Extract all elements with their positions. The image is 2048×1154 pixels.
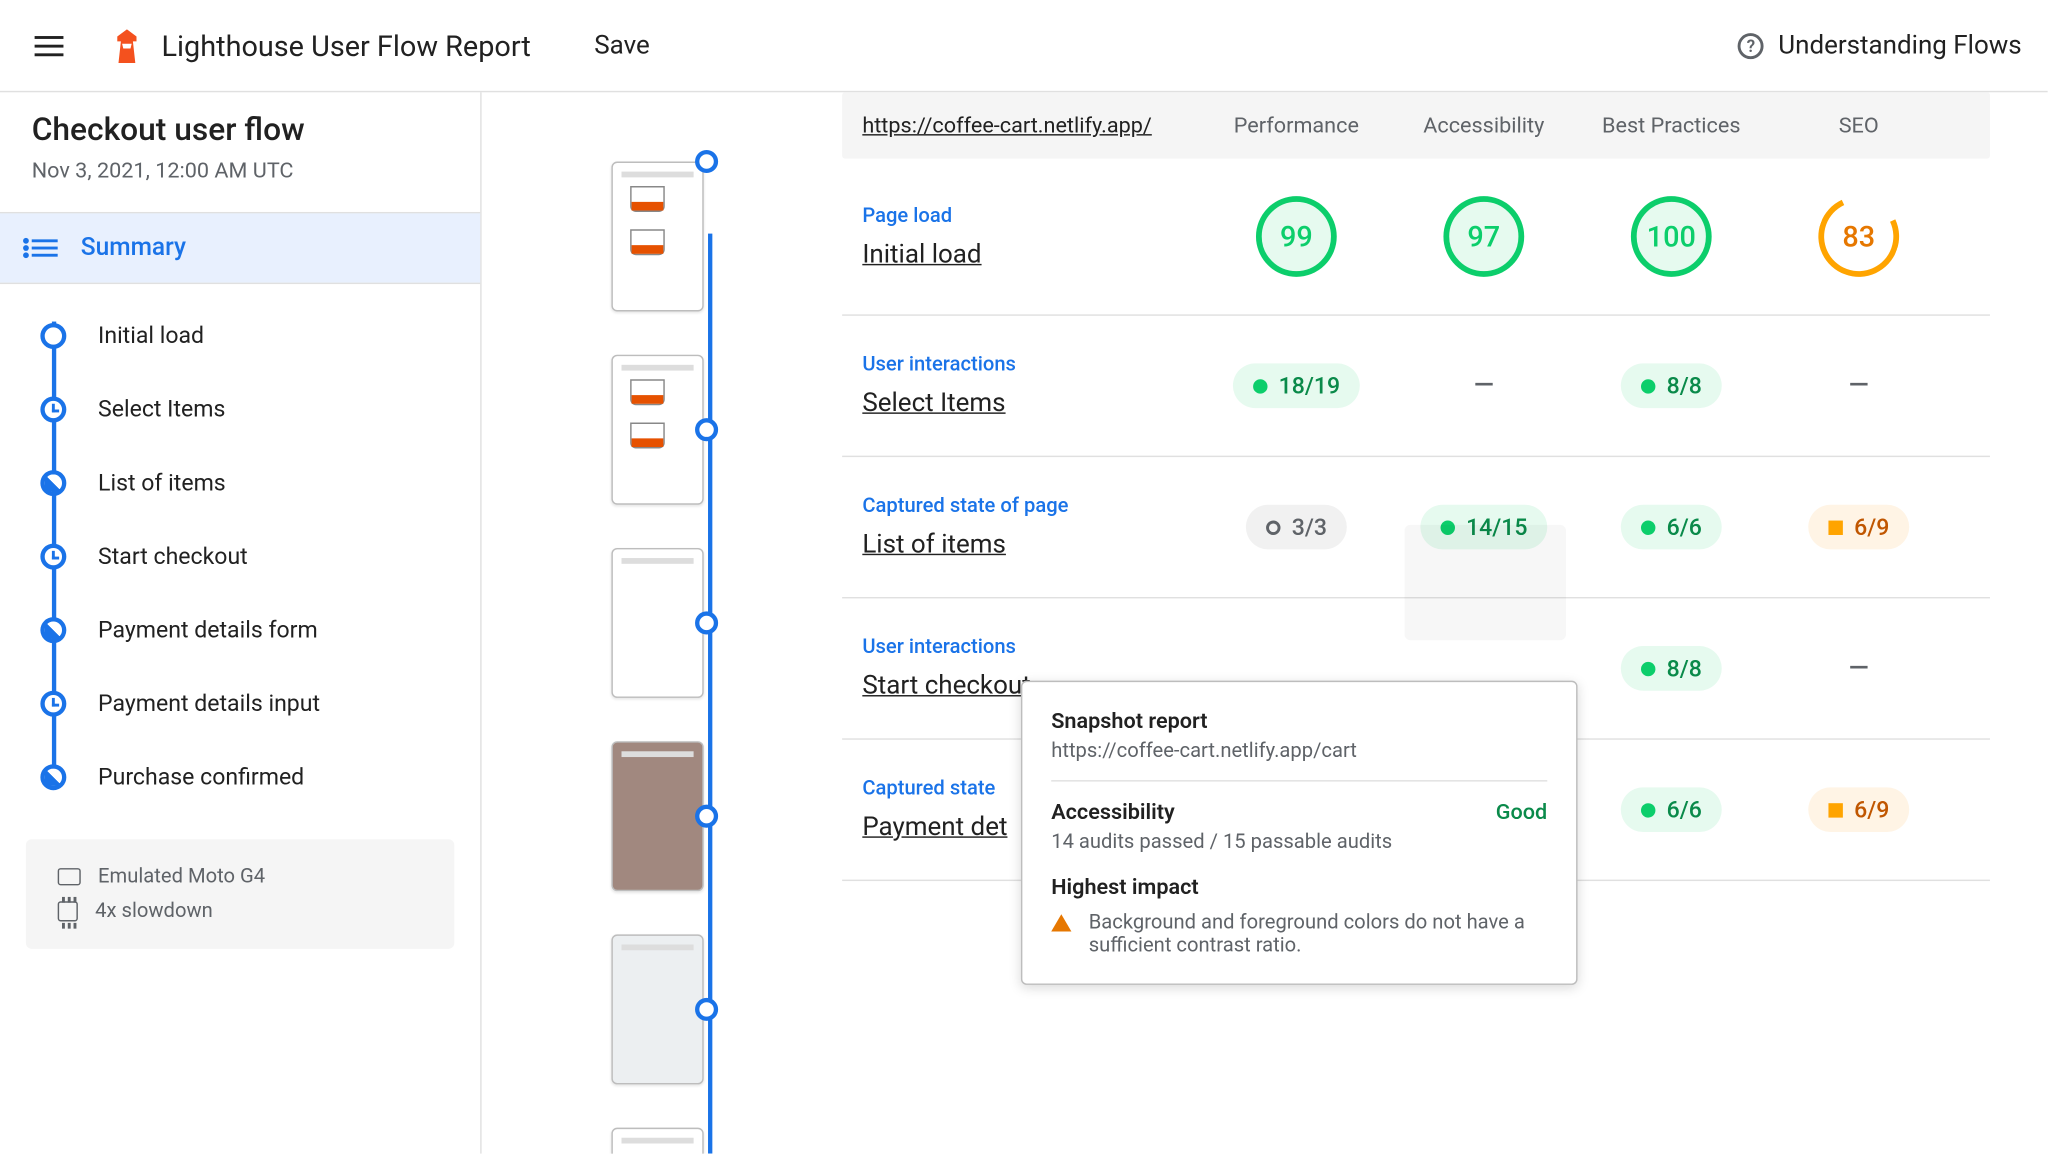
column-headers: https://coffee-cart.netlify.app/ Perform… <box>842 92 1990 158</box>
metric-cell: 8/8 <box>1578 363 1765 408</box>
thumbnail[interactable] <box>611 355 703 505</box>
row-name-link[interactable]: List of items <box>862 529 1202 559</box>
row-name-link[interactable]: Initial load <box>862 239 1202 269</box>
app-header: Lighthouse User Flow Report Save ? Under… <box>0 0 2048 92</box>
save-button[interactable]: Save <box>594 30 650 60</box>
snapshot-icon <box>695 611 718 634</box>
flow-date: Nov 3, 2021, 12:00 AM UTC <box>0 157 480 212</box>
page-title: Lighthouse User Flow Report <box>162 28 531 63</box>
help-icon: ? <box>1738 32 1764 58</box>
metric-cell: — <box>1765 371 1952 401</box>
thumbnail[interactable] <box>611 934 703 1084</box>
metric-cell: 3/3 <box>1203 505 1390 550</box>
navigation-icon <box>695 150 718 173</box>
flow-row: Page load Initial load 99 97 100 83 <box>842 159 1990 316</box>
not-applicable: — <box>1849 371 1869 401</box>
thumbnail[interactable] <box>611 162 703 312</box>
col-performance: Performance <box>1203 112 1390 138</box>
snapshot-icon <box>40 764 66 790</box>
snapshot-icon <box>695 998 718 1021</box>
nav-summary[interactable]: Summary <box>0 213 480 282</box>
device-icon <box>58 868 81 885</box>
score-gauge[interactable]: 100 <box>1631 196 1712 277</box>
sidebar: Checkout user flow Nov 3, 2021, 12:00 AM… <box>0 92 482 1153</box>
metric-cell: 6/9 <box>1765 505 1952 550</box>
score-gauge[interactable]: 97 <box>1443 196 1524 277</box>
nav-step-list-items[interactable]: List of items <box>40 446 480 520</box>
nav-step-start-checkout[interactable]: Start checkout <box>40 519 480 593</box>
url-header[interactable]: https://coffee-cart.netlify.app/ <box>842 112 1203 138</box>
col-accessibility: Accessibility <box>1390 112 1577 138</box>
metric-cell: 99 <box>1203 196 1390 277</box>
thumbnail[interactable] <box>611 548 703 698</box>
nav-step-payment-form[interactable]: Payment details form <box>40 593 480 667</box>
timeline <box>482 92 842 1153</box>
score-pill[interactable]: 6/9 <box>1808 505 1910 550</box>
warning-triangle-icon <box>1051 914 1071 931</box>
nav-summary-label: Summary <box>81 234 186 263</box>
row-name-link[interactable]: Select Items <box>862 388 1202 418</box>
flow-row: User interactions Select Items 18/19 — 8/8 — <box>842 316 1990 457</box>
score-pill[interactable]: 6/9 <box>1808 787 1910 832</box>
cpu-icon <box>58 901 78 921</box>
step-list: Initial load Select Items List of items … <box>0 284 480 813</box>
row-type: Page load <box>862 204 1202 227</box>
metric-cell: 18/19 <box>1203 363 1390 408</box>
snapshot-icon <box>40 469 66 495</box>
navigation-icon <box>40 322 66 348</box>
metric-cell: — <box>1390 371 1577 401</box>
tooltip-url: https://coffee-cart.netlify.app/cart <box>1051 740 1547 763</box>
score-pill[interactable]: 6/6 <box>1620 505 1722 550</box>
col-seo: SEO <box>1765 112 1952 138</box>
nav-step-initial-load[interactable]: Initial load <box>40 298 480 372</box>
understanding-flows-link[interactable]: Understanding Flows <box>1778 30 2021 60</box>
metric-cell: 83 <box>1765 196 1952 277</box>
metric-cell: 8/8 <box>1578 646 1765 691</box>
metric-cell: 6/6 <box>1578 505 1765 550</box>
timespan-icon <box>40 396 66 422</box>
thumbnail[interactable] <box>611 741 703 891</box>
timespan-icon <box>695 418 718 441</box>
timespan-icon <box>40 690 66 716</box>
nav-step-purchase-confirmed[interactable]: Purchase confirmed <box>40 740 480 814</box>
thumbnail[interactable] <box>611 1128 703 1154</box>
metric-cell: — <box>1765 653 1952 683</box>
metric-cell: 6/9 <box>1765 787 1952 832</box>
row-type: User interactions <box>862 353 1202 376</box>
tooltip-title: Snapshot report <box>1051 708 1547 734</box>
summary-table: https://coffee-cart.netlify.app/ Perform… <box>842 92 2048 1153</box>
nav-step-select-items[interactable]: Select Items <box>40 372 480 446</box>
row-type: User interactions <box>862 636 1202 659</box>
row-type: Captured state of page <box>862 495 1202 518</box>
score-gauge[interactable]: 83 <box>1818 196 1899 277</box>
metric-cell: 6/6 <box>1578 787 1765 832</box>
flow-row: Captured state of page List of items 3/3 14… <box>842 457 1990 598</box>
metric-cell: 14/15 <box>1390 505 1577 550</box>
not-applicable: — <box>1474 371 1494 401</box>
col-best-practices: Best Practices <box>1578 112 1765 138</box>
hamburger-icon[interactable] <box>26 27 72 64</box>
timespan-icon <box>40 543 66 569</box>
snapshot-icon <box>40 616 66 642</box>
score-gauge[interactable]: 99 <box>1256 196 1337 277</box>
nav-step-payment-input[interactable]: Payment details input <box>40 666 480 740</box>
flow-title: Checkout user flow <box>0 112 480 157</box>
metric-cell: 100 <box>1578 196 1765 277</box>
score-pill[interactable]: 8/8 <box>1620 646 1722 691</box>
not-applicable: — <box>1849 653 1869 683</box>
lighthouse-logo-icon <box>112 28 141 63</box>
snapshot-tooltip: Snapshot report https://coffee-cart.netl… <box>1021 681 1578 985</box>
timespan-icon <box>695 805 718 828</box>
metric-cell: 97 <box>1390 196 1577 277</box>
score-pill[interactable]: 14/15 <box>1420 505 1548 550</box>
score-pill[interactable]: 3/3 <box>1246 505 1348 550</box>
score-pill[interactable]: 8/8 <box>1620 363 1722 408</box>
device-info: Emulated Moto G4 4x slowdown <box>26 839 454 949</box>
score-pill[interactable]: 6/6 <box>1620 787 1722 832</box>
list-icon <box>32 239 58 256</box>
score-pill[interactable]: 18/19 <box>1232 363 1360 408</box>
